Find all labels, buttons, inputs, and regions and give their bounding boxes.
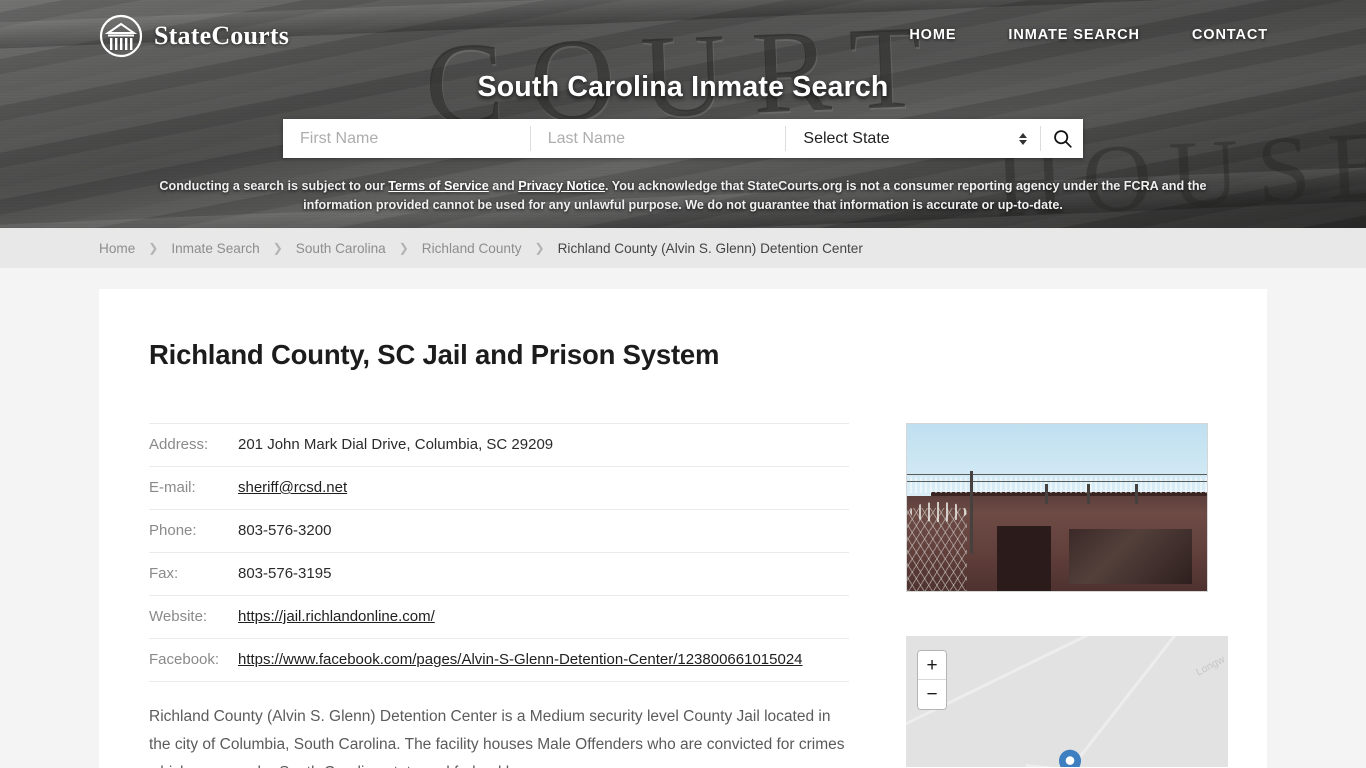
table-row: Address: 201 John Mark Dial Drive, Colum… xyxy=(149,423,849,467)
breadcrumb-item-south-carolina[interactable]: South Carolina xyxy=(296,241,386,256)
row-label: Facebook: xyxy=(149,638,238,682)
nav-item-contact[interactable]: CONTACT xyxy=(1192,27,1268,43)
table-row: E-mail: sheriff@rcsd.net xyxy=(149,466,849,510)
breadcrumb-separator: ❯ xyxy=(272,241,283,255)
state-select-wrapper: Select State xyxy=(786,119,1041,158)
site-logo[interactable]: StateCourts xyxy=(99,14,289,58)
disclaimer-part-2: and xyxy=(488,179,519,193)
email-link[interactable]: sheriff@rcsd.net xyxy=(238,479,347,496)
photo-entrance-door xyxy=(997,525,1051,591)
search-submit-button[interactable] xyxy=(1041,119,1083,158)
last-name-input[interactable] xyxy=(530,119,786,158)
row-value-facebook: https://www.facebook.com/pages/Alvin-S-G… xyxy=(238,638,849,682)
facility-photo xyxy=(906,423,1208,592)
row-label: Website: xyxy=(149,595,238,639)
breadcrumb-item-current: Richland County (Alvin S. Glenn) Detenti… xyxy=(557,240,863,256)
map-road xyxy=(1025,764,1228,767)
courthouse-circle-icon xyxy=(99,14,143,58)
terms-of-service-link[interactable]: Terms of Service xyxy=(388,179,489,193)
facebook-link[interactable]: https://www.facebook.com/pages/Alvin-S-G… xyxy=(238,651,803,668)
right-column: Longw + − xyxy=(906,423,1228,768)
left-column: Address: 201 John Mark Dial Drive, Colum… xyxy=(149,423,849,768)
map-zoom-controls: + − xyxy=(917,650,947,710)
row-value-phone: 803-576-3200 xyxy=(238,509,849,553)
photo-wire xyxy=(907,480,1207,482)
search-icon xyxy=(1053,130,1072,148)
breadcrumb-bar: Home ❯ Inmate Search ❯ South Carolina ❯ … xyxy=(0,228,1366,268)
state-select[interactable]: Select State xyxy=(786,119,1041,158)
photo-wire xyxy=(907,474,1207,476)
breadcrumb-item-richland-county[interactable]: Richland County xyxy=(422,241,522,256)
inmate-search-bar: Select State xyxy=(283,119,1083,158)
photo-windows xyxy=(1069,529,1192,585)
breadcrumb-item-home[interactable]: Home xyxy=(99,241,135,256)
disclaimer-part-1: Conducting a search is subject to our xyxy=(159,179,389,193)
content-columns: Address: 201 John Mark Dial Drive, Colum… xyxy=(149,423,1228,768)
facility-description: Richland County (Alvin S. Glenn) Detenti… xyxy=(149,708,845,768)
table-row: Fax: 803-576-3195 xyxy=(149,552,849,596)
nav-item-inmate-search[interactable]: INMATE SEARCH xyxy=(1008,27,1139,43)
breadcrumb: Home ❯ Inmate Search ❯ South Carolina ❯ … xyxy=(99,241,863,256)
table-row: Phone: 803-576-3200 xyxy=(149,509,849,553)
page-body: Richland County, SC Jail and Prison Syst… xyxy=(0,289,1366,768)
main-navigation: HOME INMATE SEARCH CONTACT xyxy=(909,27,1268,43)
photo-fence-post xyxy=(970,470,973,555)
row-label: Address: xyxy=(149,423,238,467)
row-value-fax: 803-576-3195 xyxy=(238,552,849,596)
map-pin-icon[interactable] xyxy=(1058,749,1082,767)
breadcrumb-separator: ❯ xyxy=(148,241,159,255)
table-row: Facebook: https://www.facebook.com/pages… xyxy=(149,638,849,682)
hero-title: South Carolina Inmate Search xyxy=(477,71,889,103)
first-name-input[interactable] xyxy=(283,119,530,158)
search-disclaimer: Conducting a search is subject to our Te… xyxy=(133,177,1233,215)
facility-info-table: Address: 201 John Mark Dial Drive, Colum… xyxy=(149,423,849,682)
map-street-label: Longw xyxy=(1194,653,1228,679)
breadcrumb-separator: ❯ xyxy=(534,241,545,255)
breadcrumb-item-inmate-search[interactable]: Inmate Search xyxy=(171,241,259,256)
website-link[interactable]: https://jail.richlandonline.com/ xyxy=(238,608,435,625)
content-card: Richland County, SC Jail and Prison Syst… xyxy=(99,289,1267,768)
row-label: Fax: xyxy=(149,552,238,596)
page-title: Richland County, SC Jail and Prison Syst… xyxy=(149,339,720,370)
brand-name: StateCourts xyxy=(154,21,290,50)
row-label: E-mail: xyxy=(149,466,238,510)
map-zoom-out-button[interactable]: − xyxy=(918,680,946,709)
map-road xyxy=(1054,636,1218,767)
table-row: Website: https://jail.richlandonline.com… xyxy=(149,595,849,639)
site-header: COURT HOUSE StateCourts HOME INMATE SEAR… xyxy=(0,0,1366,228)
location-map[interactable]: Longw + − xyxy=(906,636,1228,767)
row-value-email: sheriff@rcsd.net xyxy=(238,466,849,510)
row-value-address: 201 John Mark Dial Drive, Columbia, SC 2… xyxy=(238,423,849,467)
privacy-notice-link[interactable]: Privacy Notice xyxy=(518,179,605,193)
photo-fence-post xyxy=(1087,484,1090,505)
row-label: Phone: xyxy=(149,509,238,553)
row-value-website: https://jail.richlandonline.com/ xyxy=(238,595,849,639)
nav-item-home[interactable]: HOME xyxy=(909,27,956,43)
photo-fence-post xyxy=(1045,484,1048,505)
photo-fence-post xyxy=(1135,484,1138,505)
map-zoom-in-button[interactable]: + xyxy=(918,651,946,680)
breadcrumb-separator: ❯ xyxy=(398,241,409,255)
